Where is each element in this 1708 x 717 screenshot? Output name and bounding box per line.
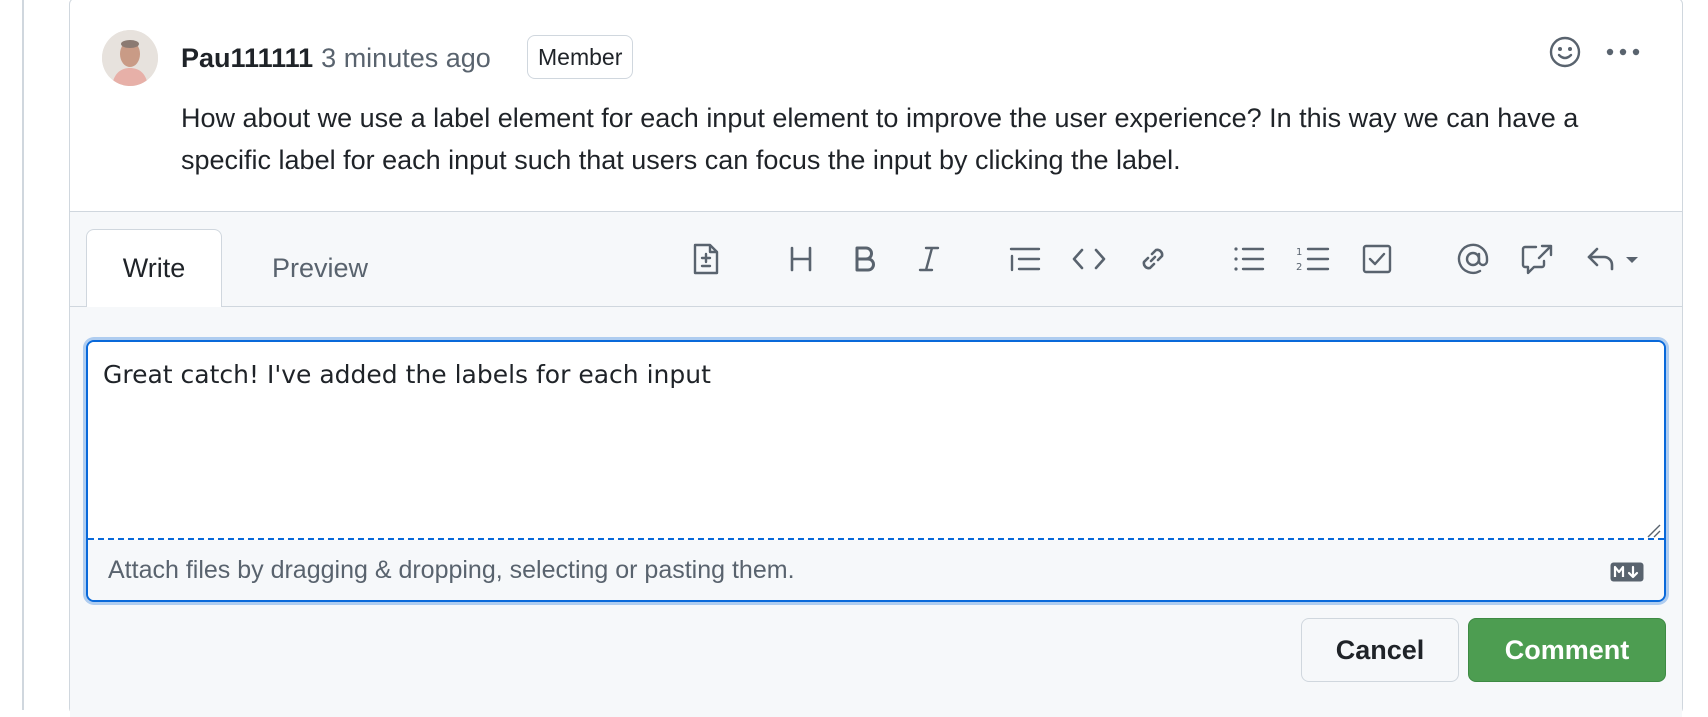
avatar[interactable]: [102, 30, 158, 86]
comment-timestamp[interactable]: 3 minutes ago: [321, 43, 491, 74]
avatar-image: [102, 30, 158, 86]
reply-icon[interactable]: [1586, 239, 1644, 279]
smiley-icon[interactable]: [1547, 34, 1583, 70]
mention-icon[interactable]: [1453, 239, 1493, 279]
tab-preview[interactable]: Preview: [250, 229, 390, 307]
comment-textarea-container: Great catch! I've added the labels for e…: [86, 340, 1666, 602]
member-badge: Member: [527, 35, 634, 79]
comment-textarea[interactable]: Great catch! I've added the labels for e…: [88, 342, 1664, 540]
svg-text:1: 1: [1296, 247, 1302, 258]
italic-icon[interactable]: [909, 239, 949, 279]
quote-icon[interactable]: [1005, 239, 1045, 279]
diff-file-icon[interactable]: [686, 239, 726, 279]
svg-text:2: 2: [1296, 262, 1302, 273]
kebab-horizontal-icon[interactable]: [1605, 34, 1641, 70]
attach-files-bar[interactable]: Attach files by dragging & dropping, sel…: [88, 540, 1664, 600]
cross-reference-icon[interactable]: [1517, 239, 1557, 279]
cancel-button[interactable]: Cancel: [1301, 618, 1459, 682]
link-icon[interactable]: [1133, 239, 1173, 279]
markdown-icon[interactable]: [1610, 562, 1644, 582]
comment-header: Pau111111 3 minutes ago: [181, 38, 491, 78]
ordered-list-icon[interactable]: 1 2: [1293, 239, 1333, 279]
tab-write[interactable]: Write: [86, 229, 222, 307]
resize-handle-icon[interactable]: [1647, 524, 1661, 538]
bold-icon[interactable]: [845, 239, 885, 279]
unordered-list-icon[interactable]: [1229, 239, 1269, 279]
comment-author[interactable]: Pau111111: [181, 43, 313, 74]
heading-icon[interactable]: [781, 239, 821, 279]
tasklist-icon[interactable]: [1357, 239, 1397, 279]
timeline-line: [22, 0, 24, 710]
comment-body: How about we use a label element for eac…: [181, 103, 1579, 175]
code-icon[interactable]: [1069, 239, 1109, 279]
attach-files-hint: Attach files by dragging & dropping, sel…: [108, 555, 795, 584]
comment-button[interactable]: Comment: [1468, 618, 1666, 682]
